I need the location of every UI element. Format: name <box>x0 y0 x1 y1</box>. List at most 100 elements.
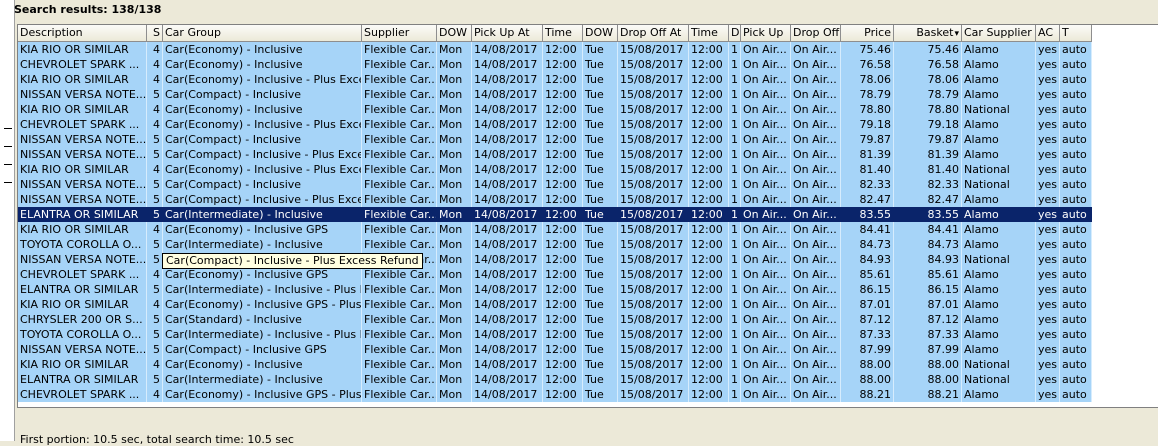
table-cell: 12:00 <box>689 237 729 252</box>
table-cell: National <box>962 102 1036 117</box>
table-cell: 1 <box>729 177 741 192</box>
table-row[interactable]: KIA RIO OR SIMILAR 4 Car(Economy) - Inclus… <box>18 162 1092 177</box>
column-header-s[interactable]: S <box>147 25 163 42</box>
table-cell: 12:00 <box>543 342 583 357</box>
table-row[interactable]: CHEVROLET SPARK ... 4 Car(Economy) - Inclu… <box>18 267 1092 282</box>
table-cell: 14/08/2017 <box>472 267 543 282</box>
column-header-car-group[interactable]: Car Group <box>163 25 362 42</box>
table-cell: 12:00 <box>543 72 583 87</box>
table-cell: yes <box>1036 387 1060 402</box>
table-cell: 14/08/2017 <box>472 222 543 237</box>
column-header-time[interactable]: Time <box>543 25 583 42</box>
table-cell: On Air... <box>741 372 791 387</box>
table-cell: Flexible Car... <box>362 147 437 162</box>
table-cell: 15/08/2017 <box>618 327 689 342</box>
column-header-dow[interactable]: DOW <box>583 25 618 42</box>
column-header-description[interactable]: Description <box>18 25 147 42</box>
results-grid[interactable]: Description S Car Group Supplier DOW Pick Up … <box>17 24 1158 408</box>
table-cell: 14/08/2017 <box>472 192 543 207</box>
table-row[interactable]: ELANTRA OR SIMILAR 5 Car(Intermediate) - I… <box>18 372 1092 387</box>
table-row[interactable]: NISSAN VERSA NOTE...5Car(Compact) - Incl… <box>18 87 1092 102</box>
table-cell: NISSAN VERSA NOTE... <box>18 132 147 147</box>
table-cell: auto <box>1060 282 1092 297</box>
table-row[interactable]: KIA RIO OR SIMILAR 4 Car(Economy) - Inclus… <box>18 42 1092 57</box>
table-cell: Mon <box>437 162 472 177</box>
table-row[interactable]: NISSAN VERSA NOTE...5Car(Compact) - Incl… <box>18 177 1092 192</box>
table-cell: 15/08/2017 <box>618 102 689 117</box>
table-cell: 78.79 <box>894 87 962 102</box>
table-cell: Car(Standard) - Inclusive <box>163 312 362 327</box>
table-row[interactable]: CHEVROLET SPARK ... 4 Car(Economy) - Inclu… <box>18 387 1092 402</box>
table-cell: 5 <box>147 87 163 102</box>
table-cell: 88.21 <box>894 387 962 402</box>
table-row[interactable]: KIA RIO OR SIMILAR 4 Car(Economy) - Inclus… <box>18 297 1092 312</box>
table-cell: National <box>962 162 1036 177</box>
table-cell: On Air... <box>741 72 791 87</box>
table-cell: Flexible Car... <box>362 177 437 192</box>
table-cell: Car(Economy) - Inclusive - Plus Exces... <box>163 72 362 87</box>
column-header-ac[interactable]: AC <box>1036 25 1060 42</box>
table-cell: On Air... <box>791 282 841 297</box>
table-row[interactable]: NISSAN VERSA NOTE...5Car(Compact) - Incl… <box>18 132 1092 147</box>
column-header-basket[interactable]: Basket <box>894 25 962 42</box>
table-row[interactable]: CHEVROLET SPARK ... 4 Car(Economy) - Inclu… <box>18 57 1092 72</box>
table-cell: 12:00 <box>689 297 729 312</box>
table-cell: On Air... <box>791 87 841 102</box>
column-header-t[interactable]: T <box>1060 25 1092 42</box>
table-cell: Car(Intermediate) - Inclusive <box>163 237 362 252</box>
panel-tick <box>4 146 12 147</box>
table-cell: Car(Economy) - Inclusive <box>163 42 362 57</box>
table-cell: 78.80 <box>841 102 894 117</box>
table-cell: 4 <box>147 72 163 87</box>
table-row[interactable]: TOYOTA COROLLA O... 5 Car(Intermediate) - … <box>18 237 1092 252</box>
table-row[interactable]: TOYOTA COROLLA O... 5 Car(Intermediate) - … <box>18 327 1092 342</box>
table-cell: auto <box>1060 132 1092 147</box>
column-header-d[interactable]: D <box>729 25 741 42</box>
column-header-drop-off[interactable]: Drop Off <box>791 25 841 42</box>
column-header-car-supplier[interactable]: Car Supplier <box>962 25 1036 42</box>
table-cell: Car(Intermediate) - Inclusive <box>163 372 362 387</box>
table-cell: 15/08/2017 <box>618 207 689 222</box>
table-cell: On Air... <box>791 372 841 387</box>
column-header-supplier[interactable]: Supplier <box>362 25 437 42</box>
table-cell: Tue <box>583 192 618 207</box>
table-cell: 1 <box>729 222 741 237</box>
table-cell: Tue <box>583 102 618 117</box>
table-row[interactable]: KIA RIO OR SIMILAR 4 Car(Economy) - Inclus… <box>18 102 1092 117</box>
table-row[interactable]: CHEVROLET SPARK ... 4 Car(Economy) - Inclu… <box>18 117 1092 132</box>
table-cell: 14/08/2017 <box>472 177 543 192</box>
table-row[interactable]: KIA RIO OR SIMILAR 4 Car(Economy) - Inclus… <box>18 357 1092 372</box>
table-cell: On Air... <box>741 237 791 252</box>
table-row[interactable]: NISSAN VERSA NOTE...5Car(Compact) - Incl… <box>18 147 1092 162</box>
table-cell: 4 <box>147 387 163 402</box>
table-row[interactable]: KIA RIO OR SIMILAR 4 Car(Economy) - Inclus… <box>18 222 1092 237</box>
column-header-price[interactable]: Price <box>841 25 894 42</box>
table-row[interactable]: NISSAN VERSA NOTE...5Car(Compact) - Incl… <box>18 342 1092 357</box>
table-row[interactable]: NISSAN VERSA NOTE...5Car(Compact) - Incl… <box>18 192 1092 207</box>
table-cell: yes <box>1036 192 1060 207</box>
table-cell: Flexible Car... <box>362 357 437 372</box>
table-cell: 82.33 <box>894 177 962 192</box>
table-cell: 12:00 <box>689 87 729 102</box>
table-cell: KIA RIO OR SIMILAR <box>18 357 147 372</box>
table-cell: 12:00 <box>543 102 583 117</box>
column-header-drop-off-at[interactable]: Drop Off At <box>618 25 689 42</box>
table-cell: On Air... <box>791 312 841 327</box>
table-row[interactable]: KIA RIO OR SIMILAR 4 Car(Economy) - Inclus… <box>18 72 1092 87</box>
table-cell: 14/08/2017 <box>472 162 543 177</box>
table-cell: Mon <box>437 132 472 147</box>
column-header-pick-up-at[interactable]: Pick Up At <box>472 25 543 42</box>
column-header-dow[interactable]: DOW <box>437 25 472 42</box>
table-row[interactable]: ELANTRA OR SIMILAR 5 Car(Intermediate) - I… <box>18 207 1092 222</box>
table-cell: 12:00 <box>689 357 729 372</box>
table-cell: 84.41 <box>841 222 894 237</box>
table-row[interactable]: ELANTRA OR SIMILAR 5 Car(Intermediate) - I… <box>18 282 1092 297</box>
table-row[interactable]: CHRYSLER 200 OR S... 5 Car(Standard) - Inc… <box>18 312 1092 327</box>
column-header-pick-up[interactable]: Pick Up <box>741 25 791 42</box>
table-cell: Alamo <box>962 57 1036 72</box>
column-header-time[interactable]: Time <box>689 25 729 42</box>
table-cell: 81.39 <box>894 147 962 162</box>
table-cell: Tue <box>583 162 618 177</box>
table-cell: Tue <box>583 252 618 267</box>
table-cell: 4 <box>147 222 163 237</box>
